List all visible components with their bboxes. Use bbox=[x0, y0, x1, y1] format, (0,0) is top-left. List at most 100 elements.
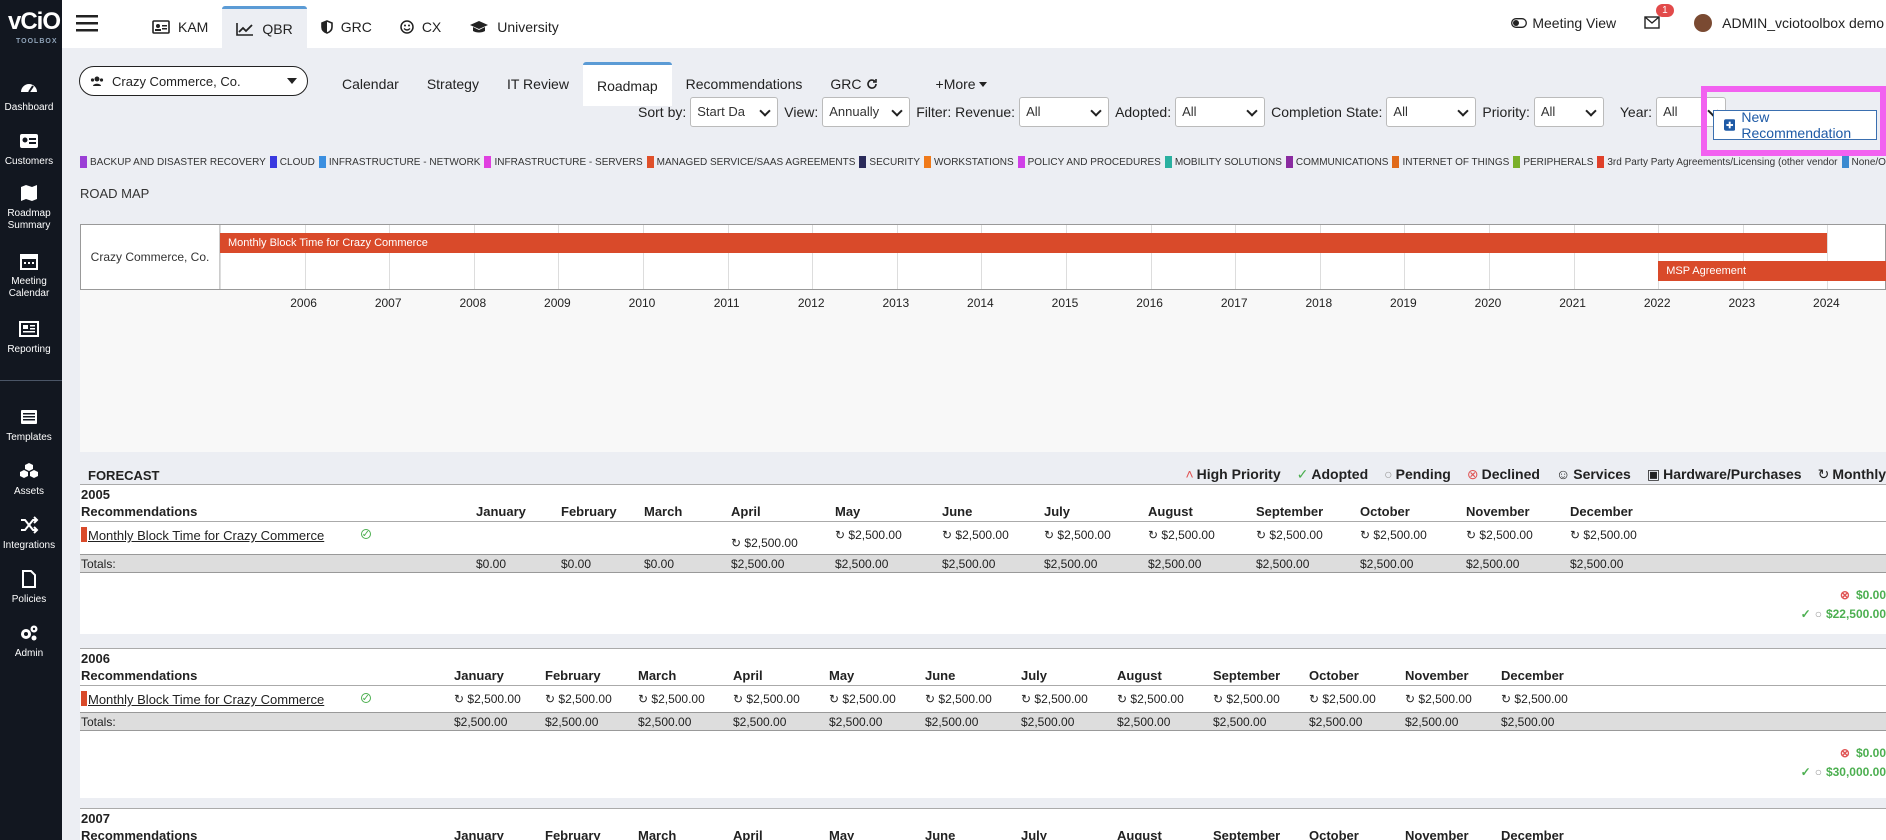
legend-swatch bbox=[1017, 156, 1025, 168]
tab-it-review[interactable]: IT Review bbox=[493, 62, 583, 106]
year-tick: 2014 bbox=[967, 296, 994, 310]
forecast-legend-item: ✓ Adopted bbox=[1297, 466, 1369, 483]
user-name[interactable]: ADMIN_vciotoolbox demo bbox=[1722, 15, 1884, 31]
sidebar-item-customers[interactable]: Customers bbox=[0, 132, 58, 168]
forecast-legend-label: Declined bbox=[1481, 466, 1540, 482]
sidebar-item-meeting-calendar[interactable]: Meeting Calendar bbox=[0, 252, 58, 300]
declined-total-value: $0.00 bbox=[1855, 746, 1886, 760]
completion-select[interactable]: All bbox=[1386, 97, 1477, 127]
adopted-select[interactable]: All bbox=[1175, 97, 1266, 127]
account-name: Crazy Commerce, Co. bbox=[112, 73, 241, 89]
cell-value: $2,500.00 bbox=[938, 692, 992, 706]
forecast-year: 2007 bbox=[81, 811, 110, 826]
totals-label: Totals: bbox=[81, 715, 116, 729]
total-value: $2,500.00 bbox=[1256, 557, 1310, 571]
sidebar-item-admin[interactable]: Admin bbox=[0, 624, 58, 660]
forecast-legend-label: Adopted bbox=[1311, 466, 1369, 482]
total-value: $2,500.00 bbox=[1148, 557, 1202, 571]
cell-value: $2,500.00 bbox=[842, 692, 896, 706]
check-circle-icon: ✓ bbox=[1800, 765, 1811, 779]
forecast-cell: ↻ $2,500.00 bbox=[835, 528, 902, 542]
legend-item: INFRASTRUCTURE - NETWORK bbox=[318, 156, 480, 168]
refresh-icon: ↻ bbox=[835, 528, 849, 542]
total-value: $2,500.00 bbox=[1405, 715, 1459, 729]
tab-calendar[interactable]: Calendar bbox=[328, 62, 413, 106]
roadmap-bar[interactable]: MSP Agreement bbox=[1658, 261, 1886, 281]
recommendation-link[interactable]: Monthly Block Time for Crazy Commerce bbox=[80, 691, 324, 707]
tab-label: Strategy bbox=[426, 76, 479, 92]
year-tick: 2020 bbox=[1474, 296, 1502, 310]
month-header: February bbox=[545, 668, 601, 683]
account-selector[interactable]: Crazy Commerce, Co. bbox=[79, 66, 308, 96]
forecast-legend-label: Monthly bbox=[1832, 466, 1886, 482]
meeting-view-toggle[interactable]: Meeting View bbox=[1511, 15, 1616, 31]
total-value: $2,500.00 bbox=[1044, 557, 1098, 571]
sidebar-item-roadmap-summary[interactable]: Roadmap Summary bbox=[0, 184, 58, 232]
table-row: Monthly Block Time for Crazy Commerce ✓ ↻ … bbox=[80, 690, 1886, 712]
view-label: View: bbox=[784, 104, 819, 120]
total-value: $2,500.00 bbox=[925, 715, 979, 729]
mail-button[interactable]: 1 bbox=[1644, 4, 1674, 32]
legend-label: COMMUNICATIONS bbox=[1295, 156, 1389, 168]
legend-item: MOBILITY SOLUTIONS bbox=[1164, 156, 1282, 168]
year-tick: 2013 bbox=[882, 296, 910, 310]
sidebar-item-reporting[interactable]: Reporting bbox=[0, 320, 58, 356]
priority-select[interactable]: All bbox=[1533, 97, 1604, 127]
month-header: April bbox=[733, 828, 763, 840]
view-select[interactable]: Annually bbox=[822, 97, 911, 127]
month-header: November bbox=[1405, 828, 1469, 840]
tab-kam[interactable]: KAM bbox=[138, 6, 222, 48]
vcio-logo[interactable]: vCiO TOOLBOX bbox=[6, 6, 61, 48]
recommendation-link[interactable]: Monthly Block Time for Crazy Commerce bbox=[80, 527, 324, 543]
month-header: March bbox=[644, 504, 683, 519]
cell-value: $2,500.00 bbox=[955, 528, 1009, 542]
admin-icon bbox=[21, 625, 38, 641]
legend-swatch bbox=[1392, 156, 1400, 168]
month-header: December bbox=[1501, 668, 1564, 683]
year-tick: 2008 bbox=[459, 296, 487, 310]
refresh-icon: ↻ bbox=[733, 692, 747, 706]
meeting-view-label: Meeting View bbox=[1532, 15, 1617, 31]
forecast-cell: ↻ $2,500.00 bbox=[1466, 528, 1533, 542]
legend-swatch bbox=[269, 156, 277, 168]
cell-value: $2,500.00 bbox=[1418, 692, 1472, 706]
logo-main: vCiO bbox=[8, 8, 61, 35]
tab-label: University bbox=[497, 19, 559, 35]
tab-cx[interactable]: CX bbox=[386, 6, 455, 48]
revenue-select[interactable]: All bbox=[1019, 97, 1110, 127]
forecast-legend-item: ⊗ Declined bbox=[1467, 466, 1540, 483]
legend-item: None/Other bbox=[1841, 156, 1886, 168]
sort-select[interactable]: Start Da bbox=[690, 97, 779, 127]
refresh-icon: ↻ bbox=[829, 692, 843, 706]
avatar[interactable] bbox=[1694, 14, 1713, 32]
sidebar-item-dashboard[interactable]: Dashboard bbox=[0, 78, 58, 114]
box-icon: ▣ bbox=[1646, 466, 1661, 482]
legend-swatch bbox=[80, 156, 87, 168]
roadmap-bar[interactable]: Monthly Block Time for Crazy Commerce bbox=[220, 233, 1828, 253]
tab-qbr[interactable]: QBR bbox=[222, 6, 307, 48]
sidebar-item-templates[interactable]: Templates bbox=[0, 408, 58, 444]
tab-strategy[interactable]: Strategy bbox=[413, 62, 493, 106]
sidebar-item-policies[interactable]: Policies bbox=[0, 570, 58, 606]
month-header: May bbox=[829, 828, 855, 840]
legend-swatch bbox=[1285, 156, 1293, 168]
tab-university[interactable]: University bbox=[455, 6, 572, 48]
refresh-icon: ↻ bbox=[1309, 692, 1323, 706]
caret-down-icon bbox=[978, 81, 987, 87]
refresh-icon: ↻ bbox=[942, 528, 956, 542]
reporting-icon bbox=[19, 321, 39, 337]
total-value: $2,500.00 bbox=[1360, 557, 1414, 571]
sidebar-item-integrations[interactable]: Integrations bbox=[0, 516, 58, 552]
forecast-cell: ↻ $2,500.00 bbox=[1501, 692, 1568, 706]
legend-label: WORKSTATIONS bbox=[933, 156, 1014, 168]
month-header: August bbox=[1117, 828, 1162, 840]
legend-label: PERIPHERALS bbox=[1523, 156, 1594, 168]
legend-swatch bbox=[923, 156, 931, 168]
legend-item: POLICY AND PROCEDURES bbox=[1017, 156, 1161, 168]
hamburger-menu-icon[interactable] bbox=[76, 14, 98, 32]
sidebar-item-assets[interactable]: Assets bbox=[0, 462, 58, 498]
tab-label: CX bbox=[421, 19, 442, 35]
table-row: Monthly Block Time for Crazy Commerce ✓ ↻ … bbox=[80, 526, 1886, 554]
tab-grc[interactable]: GRC bbox=[307, 6, 386, 48]
forecast-legend-item: ↻ Monthly bbox=[1818, 466, 1886, 483]
